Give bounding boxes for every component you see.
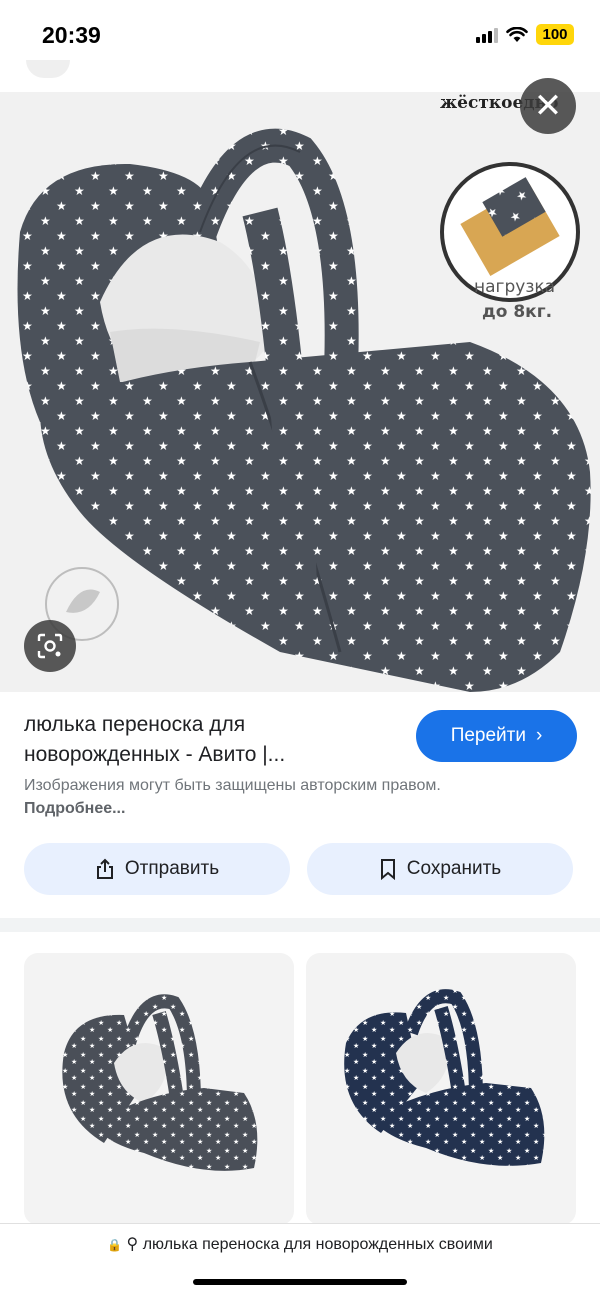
search-icon: ⚲ xyxy=(126,1236,139,1253)
image-text-load1: нагрузка xyxy=(474,277,555,297)
close-button[interactable]: ✕ xyxy=(520,78,576,134)
home-indicator[interactable] xyxy=(193,1279,407,1285)
share-button[interactable]: Отправить xyxy=(24,843,290,895)
main-image[interactable]: ★ ★ жёсткоедно нагрузка до 8кг. xyxy=(0,92,600,692)
bookmark-icon xyxy=(380,859,395,880)
lock-icon: 🔒 xyxy=(107,1238,123,1252)
signal-icon xyxy=(476,27,498,43)
share-icon xyxy=(96,858,113,879)
close-icon: ✕ xyxy=(533,87,563,125)
visit-label: Перейти xyxy=(450,725,526,746)
browser-address-bar[interactable]: 🔒 ⚲ люлька переноска для новорожденных с… xyxy=(0,1223,600,1297)
address-text: люлька переноска для новорожденных своим… xyxy=(142,1236,493,1253)
result-title[interactable]: люлька переноска для новорожденных - Ави… xyxy=(24,710,394,770)
save-label: Сохранить xyxy=(406,858,502,879)
lens-icon xyxy=(37,633,63,659)
status-time: 20:39 xyxy=(42,22,101,48)
related-image-1[interactable]: ★ ★ xyxy=(24,953,294,1225)
section-divider xyxy=(0,918,600,932)
related-image-1-illustration: ★ ★ xyxy=(62,994,258,1171)
previous-result-handle xyxy=(26,60,70,78)
share-label: Отправить xyxy=(124,858,220,879)
related-image-2-illustration: ★ ★ xyxy=(344,989,545,1166)
chevron-right-icon: › xyxy=(535,725,543,746)
copyright-text: Изображения могут быть защищены авторски… xyxy=(24,777,441,794)
status-icons: 100 xyxy=(476,24,574,45)
status-bar: 20:39 100 xyxy=(0,0,600,70)
lens-button[interactable] xyxy=(24,620,76,672)
save-button[interactable]: Сохранить xyxy=(307,843,573,895)
visit-button[interactable]: Перейти › xyxy=(416,710,577,762)
battery-icon: 100 xyxy=(536,24,574,45)
carrycot-illustration: ★ ★ жёсткоедно нагрузка до 8кг. xyxy=(17,93,591,692)
related-image-2[interactable]: ★ ★ xyxy=(306,953,576,1225)
image-text-load2: до 8кг. xyxy=(482,302,552,322)
copyright-notice: Изображения могут быть защищены авторски… xyxy=(24,774,464,820)
learn-more-link[interactable]: Подробнее... xyxy=(24,800,125,817)
wifi-icon xyxy=(506,26,528,42)
address-field[interactable]: 🔒 ⚲ люлька переноска для новорожденных с… xyxy=(0,1234,600,1254)
